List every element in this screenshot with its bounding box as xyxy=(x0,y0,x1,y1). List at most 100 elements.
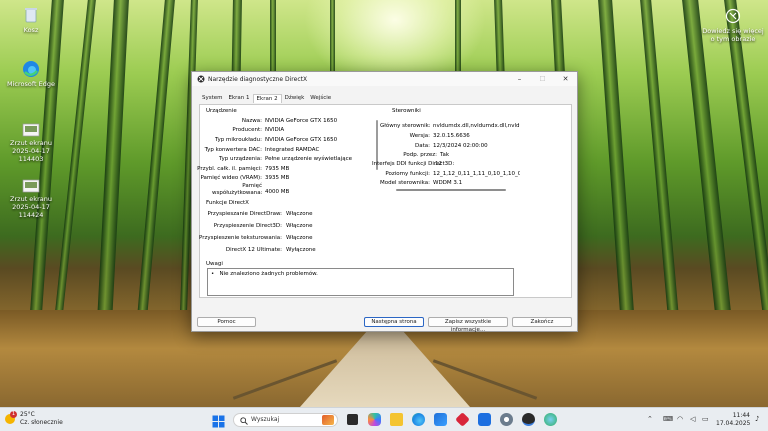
settings-icon[interactable] xyxy=(500,413,513,426)
desktop-icon-label: Kosz xyxy=(23,26,39,34)
feature-value: Wyłączone xyxy=(286,247,316,253)
minimize-button[interactable]: – xyxy=(508,72,531,86)
window-title: Narzędzie diagnostyczne DirectX xyxy=(208,75,308,83)
image-file-icon xyxy=(22,179,40,193)
tab-input[interactable]: Wejście xyxy=(307,94,334,103)
battery-icon[interactable]: ▭ xyxy=(702,415,709,423)
feature-label: Przyspieszenie teksturowania: xyxy=(198,235,282,241)
tray-chevron-icon[interactable]: ⌃ xyxy=(647,415,653,423)
driver-value: 12_1,12_0,11_1,11_0,10_1,10_0,9_3 xyxy=(433,171,520,177)
notes-line: • Nie znaleziono żadnych problemów. xyxy=(211,271,318,277)
exit-button[interactable]: Zakończ xyxy=(512,317,572,327)
driver-value: Tak xyxy=(440,152,450,158)
weather-temp: 25°C xyxy=(20,411,35,418)
driver-label: Model sterownika: xyxy=(380,180,430,186)
driver-label: Poziomy funkcji: xyxy=(385,171,430,177)
notes-textbox[interactable]: • Nie znaleziono żadnych problemów. xyxy=(207,268,514,296)
device-label: Typ mikroukładu: xyxy=(214,137,262,143)
file-explorer-icon[interactable] xyxy=(390,413,403,426)
image-file-icon xyxy=(22,123,40,137)
device-value: NVIDIA GeForce GTX 1650 xyxy=(265,118,338,124)
drivers-group-label: Sterowniki xyxy=(392,108,421,114)
spotlight-info-label: Dowiedz się więcej o tym obrazie xyxy=(702,27,764,43)
tab-display-1[interactable]: Ekran 1 xyxy=(226,94,253,103)
device-label: Typ konwertera DAC: xyxy=(204,147,262,153)
edge-taskbar-icon[interactable] xyxy=(412,413,425,426)
search-placeholder: Wyszukaj xyxy=(251,416,280,423)
device-group-label: Urządzenie xyxy=(206,108,237,114)
driver-label: Podp. przez: xyxy=(403,152,437,158)
next-page-button[interactable]: Następna strona xyxy=(364,317,424,327)
spotlight-camera-icon xyxy=(725,8,741,24)
blue-s-app-icon[interactable] xyxy=(478,413,491,426)
spotlight-info[interactable]: Dowiedz się więcej o tym obrazie xyxy=(700,8,766,43)
device-value: 4000 MB xyxy=(265,189,290,195)
screenshot-1-desktop-icon[interactable]: Zrzut ekranu 2025-04-17 114403 xyxy=(0,123,62,163)
driver-value: 32.0.15.6636 xyxy=(433,133,470,139)
maximize-button[interactable]: ☐ xyxy=(531,72,554,86)
notifications-bell-icon[interactable]: ♪ xyxy=(755,415,759,423)
taskbar-clock[interactable]: 11:44 17.04.2025 xyxy=(716,412,750,428)
driver-value: WDDM 3.1 xyxy=(433,180,463,186)
start-button[interactable] xyxy=(212,413,225,428)
language-icon[interactable]: ⌨ xyxy=(663,415,673,423)
clock-date: 17.04.2025 xyxy=(716,420,751,427)
copilot-icon[interactable] xyxy=(368,413,381,426)
tab-sound[interactable]: Dźwięk xyxy=(282,94,308,103)
device-value: 3935 MB xyxy=(265,175,290,181)
taskbar-search-box[interactable]: Wyszukaj xyxy=(233,413,338,427)
feature-value: Włączone xyxy=(286,235,313,241)
tab-display-2[interactable]: Ekran 2 xyxy=(252,94,282,103)
recycle-bin-icon xyxy=(25,8,37,23)
search-icon xyxy=(240,417,248,425)
window-titlebar[interactable]: Narzędzie diagnostyczne DirectX – ☐ ✕ xyxy=(192,72,577,86)
device-label: Pamięć wideo (VRAM): xyxy=(200,175,262,181)
tab-bar: System Ekran 1 Ekran 2 Dźwięk Wejście xyxy=(199,94,334,103)
recycle-bin-desktop-icon[interactable]: Kosz xyxy=(0,6,62,34)
search-highlight-icon xyxy=(322,415,334,425)
driver-value: nvldumdx.dll,nvldumdx.dll,nvldum xyxy=(433,123,520,129)
help-button[interactable]: Pomoc xyxy=(197,317,256,327)
bullet-icon: • xyxy=(211,271,215,277)
dxdiag-taskbar-icon[interactable] xyxy=(522,413,535,426)
green-app-icon[interactable] xyxy=(544,413,557,426)
driver-label: Data: xyxy=(415,143,430,149)
driver-label: Interfejs DDI funkcji Direct3D: xyxy=(372,161,455,167)
driver-value: 12/3/2024 02:00:00 xyxy=(433,143,488,149)
device-label: Producent: xyxy=(232,127,262,133)
weather-desc: Cz. słonecznie xyxy=(20,419,63,426)
close-button[interactable]: ✕ xyxy=(554,72,577,86)
wifi-icon[interactable]: ◠ xyxy=(677,415,683,423)
feature-label: Przyspieszanie DirectDraw: xyxy=(207,211,282,217)
tab-system[interactable]: System xyxy=(199,94,226,103)
device-value: Pełne urządzenie wyświetlające xyxy=(265,156,352,162)
feature-label: DirectX 12 Ultimate: xyxy=(225,247,282,253)
device-value: NVIDIA GeForce GTX 1650 xyxy=(265,137,338,143)
store-icon[interactable] xyxy=(434,413,447,426)
device-value: NVIDIA xyxy=(265,127,285,133)
edge-desktop-icon[interactable]: Microsoft Edge xyxy=(0,60,62,88)
edge-icon xyxy=(23,61,39,77)
feature-value: Włączone xyxy=(286,211,313,217)
volume-icon[interactable]: ◁ xyxy=(690,415,695,423)
save-all-info-button[interactable]: Zapisz wszystkie informacje... xyxy=(428,317,508,333)
driver-label: Główny sterownik: xyxy=(380,123,431,129)
taskbar: 1 25°C Cz. słonecznie Wyszukaj ⌃ ⌨ ◠ ◁ ▭ xyxy=(0,407,768,431)
desktop-icon-label: Zrzut ekranu 2025-04-17 114424 xyxy=(10,195,52,219)
desktop-icon-label: Zrzut ekranu 2025-04-17 114403 xyxy=(10,139,52,163)
weather-widget[interactable]: 1 25°C Cz. słonecznie xyxy=(0,408,70,431)
windows-logo-icon xyxy=(212,415,225,428)
drivers-scrollbar[interactable] xyxy=(396,189,506,191)
device-label: Przybl. całk. il. pamięci: xyxy=(197,166,262,172)
red-app-icon[interactable] xyxy=(455,412,470,427)
device-value: Integrated RAMDAC xyxy=(265,147,320,153)
weather-notification-badge: 1 xyxy=(10,411,17,418)
clock-time: 11:44 xyxy=(732,412,750,419)
device-label: Pamięć współużytkowana: xyxy=(212,183,263,196)
driver-value: 12 xyxy=(435,161,442,167)
feature-value: Włączone xyxy=(286,223,313,229)
task-view-icon[interactable] xyxy=(347,414,358,425)
device-label: Nazwa: xyxy=(241,118,262,124)
screenshot-2-desktop-icon[interactable]: Zrzut ekranu 2025-04-17 114424 xyxy=(0,179,62,219)
device-value: 7935 MB xyxy=(265,166,290,172)
